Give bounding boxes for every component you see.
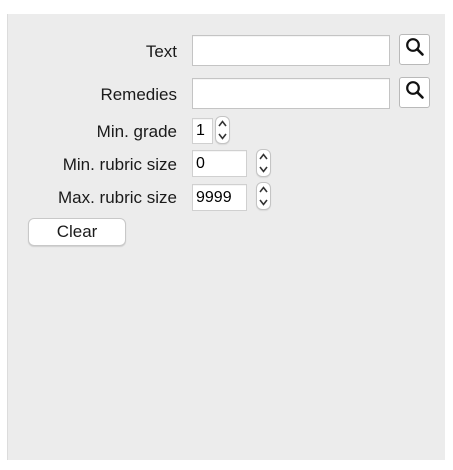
chevron-down-icon[interactable]: [257, 163, 270, 176]
max-rubric-size-field[interactable]: 9999: [192, 184, 247, 211]
remedies-label: Remedies: [100, 85, 177, 104]
chevron-down-icon[interactable]: [257, 196, 270, 209]
chevron-down-icon[interactable]: [216, 130, 229, 143]
chevron-up-icon[interactable]: [257, 183, 270, 196]
max-rubric-size-label: Max. rubric size: [57, 188, 177, 207]
text-label: Text: [145, 42, 177, 61]
remedies-search-button[interactable]: [399, 77, 430, 108]
min-grade-stepper[interactable]: [215, 116, 230, 144]
text-search-button[interactable]: [399, 34, 430, 65]
chevron-up-icon[interactable]: [257, 150, 270, 163]
min-grade-field[interactable]: 1: [192, 118, 213, 144]
text-input[interactable]: [192, 35, 390, 66]
min-rubric-size-label: Min. rubric size: [62, 155, 177, 174]
search-icon: [405, 80, 425, 105]
remedies-input[interactable]: [192, 78, 390, 109]
search-panel: Text Remedies Min. grade 1 Min. rubric s…: [7, 14, 445, 460]
chevron-up-icon[interactable]: [216, 117, 229, 130]
max-rubric-size-stepper[interactable]: [256, 182, 271, 210]
min-rubric-size-stepper[interactable]: [256, 149, 271, 177]
min-rubric-size-field[interactable]: 0: [192, 150, 247, 177]
clear-button[interactable]: Clear: [28, 218, 126, 246]
search-icon: [405, 37, 425, 62]
min-grade-label: Min. grade: [96, 122, 177, 141]
